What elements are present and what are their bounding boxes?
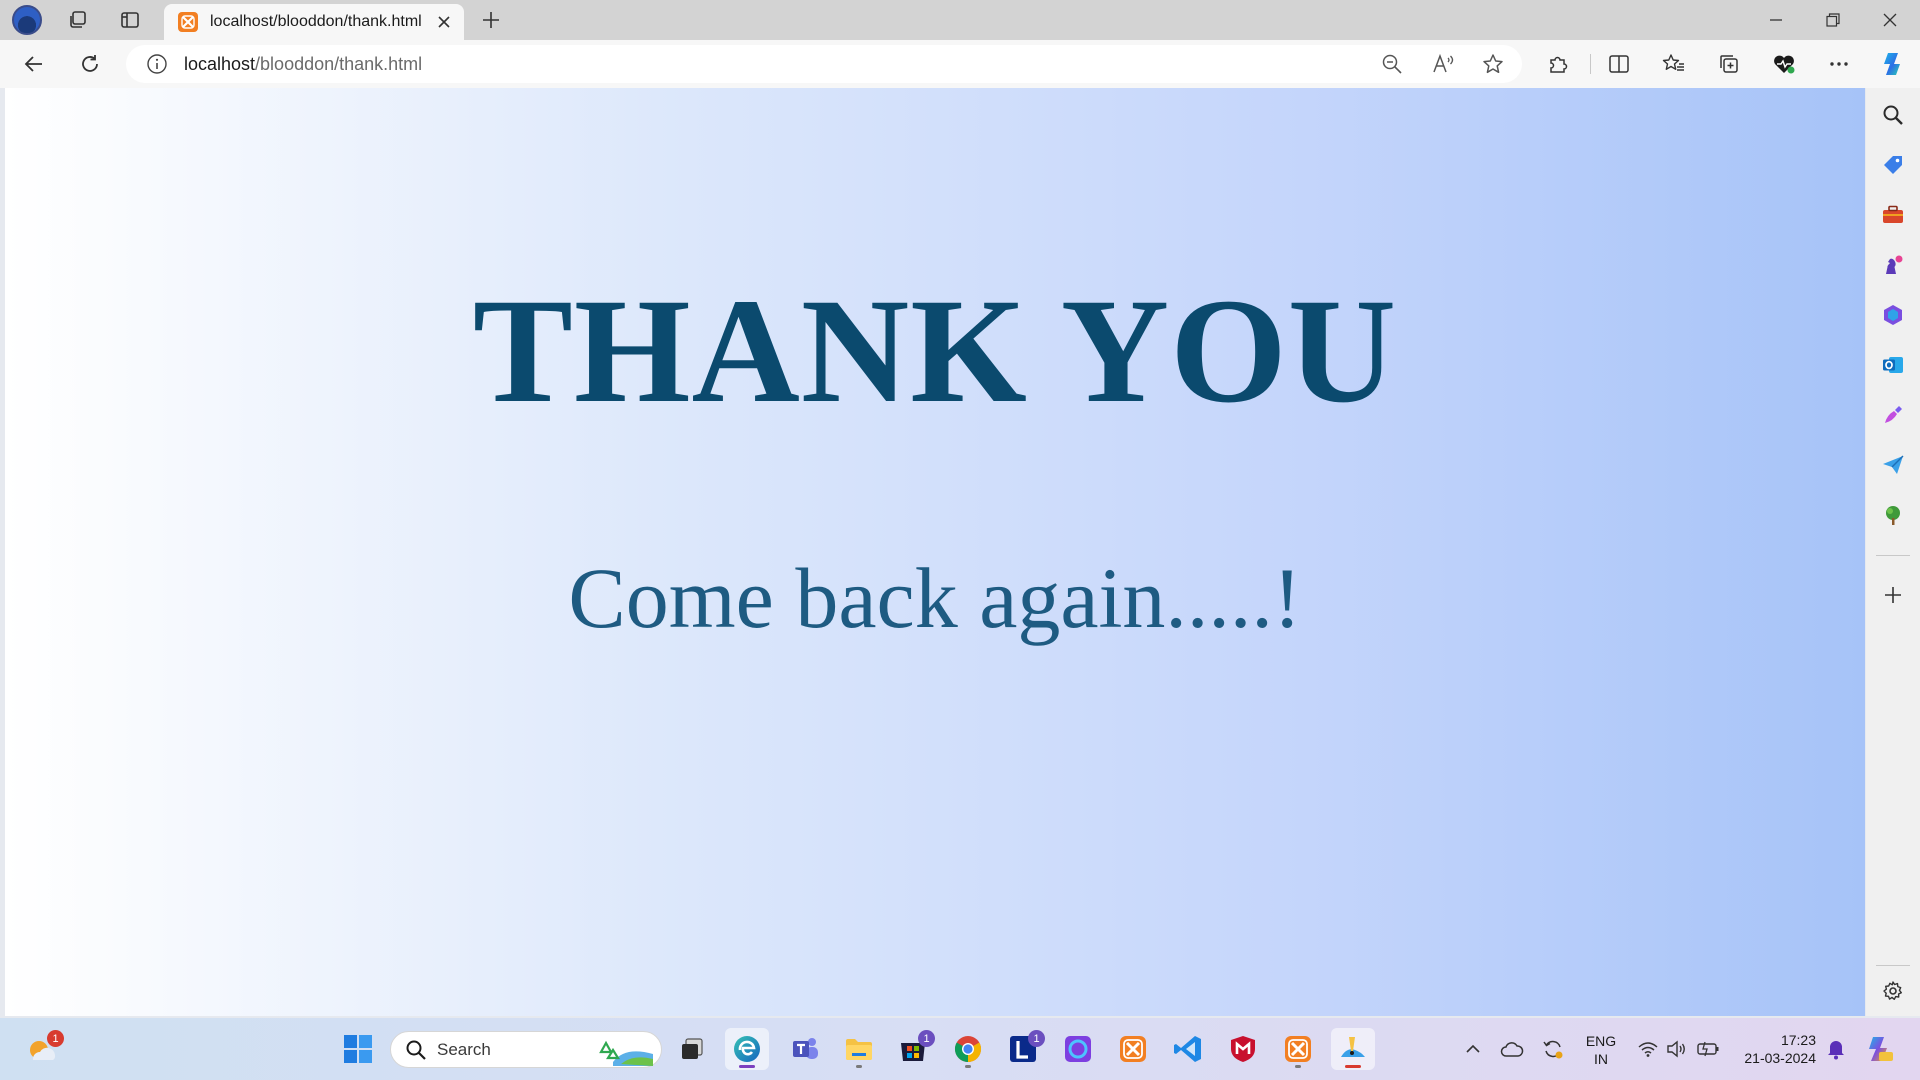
profile-avatar[interactable] [12, 5, 42, 35]
running-indicator [1345, 1065, 1361, 1068]
language-region: IN [1594, 1051, 1608, 1067]
navigation-bar: localhost/blooddon/thank.html [0, 40, 1920, 88]
active-tab[interactable]: localhost/blooddon/thank.html [164, 4, 464, 40]
minimize-icon[interactable] [1748, 0, 1804, 40]
refresh-icon[interactable] [74, 48, 106, 80]
tools-briefcase-icon[interactable] [1879, 201, 1907, 229]
language-code: ENG [1585, 1033, 1617, 1049]
sidebar-settings-gear-icon[interactable] [1879, 977, 1907, 1005]
linkedin-badge: 1 [1028, 1030, 1045, 1047]
site-info-icon[interactable] [146, 53, 168, 75]
clock-time: 17:23 [1780, 1032, 1816, 1048]
toolbar-divider [1590, 54, 1591, 74]
microsoft-365-icon[interactable] [1879, 301, 1907, 329]
xampp-control-icon[interactable] [1111, 1028, 1155, 1070]
collections-icon[interactable] [1713, 48, 1745, 80]
shopping-tag-icon[interactable] [1879, 151, 1907, 179]
store-badge: 1 [918, 1030, 935, 1047]
outlook-icon[interactable] [1879, 351, 1907, 379]
search-icon[interactable] [1879, 101, 1907, 129]
task-view-icon[interactable] [670, 1028, 714, 1070]
workspaces-icon[interactable] [64, 6, 92, 34]
page-viewport: THANK YOU Come back again.....! [5, 88, 1865, 1016]
address-bar[interactable]: localhost/blooddon/thank.html [126, 45, 1522, 83]
file-explorer-icon[interactable] [837, 1028, 881, 1070]
clock[interactable]: 17:23 21-03-2024 [1730, 1031, 1816, 1067]
url-host: localhost [184, 53, 256, 74]
url-path: /blooddon/thank.html [255, 53, 423, 74]
battery-icon[interactable] [1686, 1028, 1730, 1070]
url-text[interactable]: localhost/blooddon/thank.html [184, 54, 422, 75]
chrome-icon[interactable] [946, 1028, 990, 1070]
more-options-icon[interactable] [1823, 48, 1855, 80]
onedrive-cloud-icon[interactable] [1490, 1028, 1534, 1070]
tree-icon[interactable] [1879, 501, 1907, 529]
tab-title: localhost/blooddon/thank.html [210, 13, 422, 30]
start-button-windows-icon[interactable] [336, 1028, 380, 1070]
teams-icon[interactable] [783, 1028, 827, 1070]
search-magnifier-icon [405, 1039, 427, 1061]
favorites-icon[interactable] [1658, 48, 1690, 80]
vscode-icon[interactable] [1166, 1028, 1210, 1070]
copilot-icon[interactable] [1878, 48, 1910, 80]
language-indicator[interactable]: ENG IN [1578, 1032, 1624, 1068]
split-screen-icon[interactable] [1603, 48, 1635, 80]
microsoft-store-icon[interactable]: 1 [891, 1028, 935, 1070]
games-chess-icon[interactable] [1879, 251, 1907, 279]
title-bar: localhost/blooddon/thank.html [0, 0, 1920, 40]
sync-status-icon[interactable] [1531, 1028, 1575, 1070]
designer-icon[interactable] [1879, 401, 1907, 429]
windows-taskbar: 1 Search 1 1 ENG IN 17:23 21-03-2024 [0, 1018, 1920, 1080]
xampp-favicon-icon [178, 12, 198, 32]
zoom-out-icon[interactable] [1376, 48, 1408, 80]
taskbar-edge-icon[interactable] [725, 1028, 769, 1070]
back-icon[interactable] [18, 48, 50, 80]
vertical-tabs-icon[interactable] [116, 6, 144, 34]
clock-date: 21-03-2024 [1744, 1050, 1816, 1066]
running-indicator [739, 1065, 755, 1068]
paint-app-icon[interactable] [1331, 1028, 1375, 1070]
search-highlight-recycle-icon [595, 1034, 655, 1066]
notification-bell-icon[interactable] [1814, 1028, 1858, 1070]
tab-close-icon[interactable] [430, 8, 458, 36]
browser-essentials-icon[interactable] [1768, 48, 1800, 80]
copilot-preview-icon[interactable] [1858, 1028, 1902, 1070]
restore-icon[interactable] [1805, 0, 1861, 40]
linkedin-app-icon[interactable]: 1 [1001, 1028, 1045, 1070]
close-window-icon[interactable] [1862, 0, 1918, 40]
come-back-message: Come back again.....! [568, 550, 1302, 646]
add-sidebar-app-icon[interactable] [1879, 581, 1907, 609]
thank-you-heading: THANK YOU [472, 268, 1398, 434]
favorite-star-icon[interactable] [1477, 48, 1509, 80]
sidebar-divider [1876, 555, 1910, 556]
running-indicator [965, 1065, 971, 1068]
taskbar-search-box[interactable]: Search [390, 1031, 662, 1068]
drop-send-icon[interactable] [1879, 451, 1907, 479]
sidebar-divider-bottom [1876, 965, 1910, 966]
read-aloud-icon[interactable] [1427, 48, 1459, 80]
running-indicator [856, 1065, 862, 1068]
mcafee-icon[interactable] [1221, 1028, 1265, 1070]
weather-widget-icon[interactable]: 1 [20, 1028, 64, 1070]
extensions-icon[interactable] [1542, 48, 1574, 80]
show-hidden-icons-chevron-icon[interactable] [1451, 1028, 1495, 1070]
running-indicator [1295, 1065, 1301, 1068]
new-tab-icon[interactable] [476, 6, 506, 34]
xampp-taskbar-icon[interactable] [1276, 1028, 1320, 1070]
cortana-ring-icon[interactable] [1056, 1028, 1100, 1070]
search-label: Search [437, 1039, 491, 1059]
weather-badge: 1 [47, 1030, 64, 1047]
edge-sidebar [1866, 88, 1920, 1016]
